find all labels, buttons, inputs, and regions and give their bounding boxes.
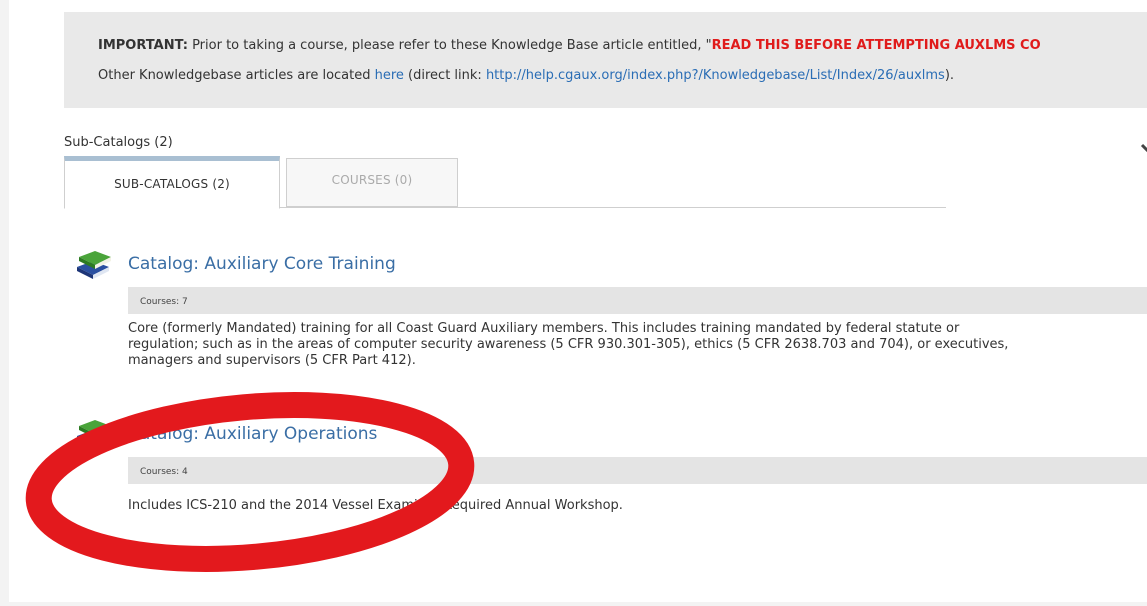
page: IMPORTANT: Prior to taking a course, ple…	[0, 0, 1147, 606]
notice-line-2: Other Knowledgebase articles are located…	[98, 66, 1147, 96]
description-line: regulation; such as in the areas of comp…	[128, 337, 1009, 352]
notice-text: Prior to taking a course, please refer t…	[187, 38, 712, 53]
catalog-description: Includes ICS-210 and the 2014 Vessel Exa…	[128, 498, 1128, 514]
books-icon	[77, 420, 111, 448]
important-label: IMPORTANT:	[98, 38, 188, 53]
notice-line2-prefix: Other Knowledgebase articles are located	[98, 68, 375, 83]
catalog-title-operations[interactable]: Catalog: Auxiliary Operations	[128, 424, 377, 444]
courses-count-bar: Courses: 4	[128, 457, 1147, 484]
description-line: Core (formerly Mandated) training for al…	[128, 321, 960, 336]
chevron-down-icon[interactable]	[1140, 140, 1147, 156]
here-link[interactable]: here	[375, 68, 404, 83]
catalog-description: Core (formerly Mandated) training for al…	[128, 321, 1128, 369]
read-this-article-link[interactable]: READ THIS BEFORE ATTEMPTING AUXLMS CO	[712, 38, 1041, 53]
tab-courses[interactable]: COURSES (0)	[286, 158, 458, 207]
knowledgebase-direct-link[interactable]: http://help.cgaux.org/index.php?/Knowled…	[486, 68, 945, 83]
notice-line2-suffix: ).	[944, 68, 955, 83]
description-line: managers and supervisors (5 CFR Part 412…	[128, 353, 416, 368]
courses-count-bar: Courses: 7	[128, 287, 1147, 314]
content-area: IMPORTANT: Prior to taking a course, ple…	[0, 0, 1147, 606]
subcatalogs-heading: Sub-Catalogs (2)	[64, 135, 173, 150]
books-icon	[77, 251, 111, 279]
notice-line2-middle: (direct link:	[403, 68, 486, 83]
notice-line-1: IMPORTANT: Prior to taking a course, ple…	[98, 36, 1147, 66]
catalog-title-core-training[interactable]: Catalog: Auxiliary Core Training	[128, 254, 396, 274]
tab-subcatalogs[interactable]: SUB-CATALOGS (2)	[64, 156, 280, 209]
subcatalog-tabs: SUB-CATALOGS (2) COURSES (0)	[64, 156, 946, 209]
description-line: Includes ICS-210 and the 2014 Vessel Exa…	[128, 498, 623, 513]
important-notice: IMPORTANT: Prior to taking a course, ple…	[64, 12, 1147, 108]
